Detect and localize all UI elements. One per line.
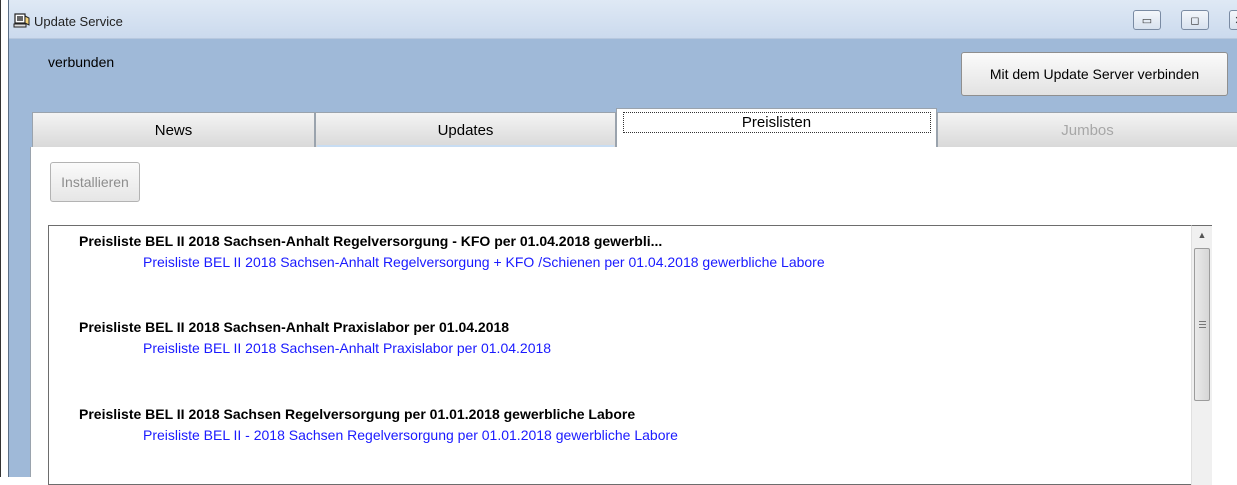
minimize-button[interactable]: ▭: [1133, 10, 1161, 30]
list-item-description: Preisliste BEL II 2018 Sachsen-Anhalt Re…: [143, 254, 825, 270]
tab-updates[interactable]: Updates: [315, 112, 616, 147]
vertical-scrollbar[interactable]: ▲: [1191, 225, 1212, 485]
screen-edge: [0, 0, 1, 477]
update-service-window: Update Service ▭ ◻ ✕ verbunden Mit dem U…: [8, 0, 1237, 485]
tab-jumbos: Jumbos: [937, 112, 1237, 147]
close-button[interactable]: ✕: [1229, 10, 1237, 30]
minimize-icon: ▭: [1141, 14, 1153, 27]
tab-news-label: News: [154, 121, 193, 139]
tab-preislisten-label: Preislisten: [622, 111, 931, 133]
list-item[interactable]: Preisliste BEL II 2018 Sachsen Regelvers…: [79, 406, 678, 443]
maximize-button[interactable]: ◻: [1181, 10, 1209, 30]
list-item-title: Preisliste BEL II 2018 Sachsen-Anhalt Re…: [79, 233, 663, 249]
connection-status: verbunden: [48, 54, 115, 70]
list-item-title: Preisliste BEL II 2018 Sachsen Regelvers…: [79, 406, 636, 422]
connect-server-button[interactable]: Mit dem Update Server verbinden: [961, 52, 1228, 96]
title-bar: Update Service ▭ ◻ ✕: [9, 0, 1237, 39]
price-list-listbox[interactable]: Preisliste BEL II 2018 Sachsen-Anhalt Re…: [48, 225, 1212, 485]
list-item-description: Preisliste BEL II - 2018 Sachsen Regelve…: [143, 427, 678, 443]
scroll-thumb[interactable]: [1194, 248, 1210, 401]
scroll-up-arrow-icon[interactable]: ▲: [1192, 226, 1212, 244]
preislisten-panel: Installieren Preisliste BEL II 2018 Sach…: [30, 147, 1237, 485]
app-icon: [13, 13, 30, 28]
tab-updates-label: Updates: [437, 121, 494, 139]
maximize-icon: ◻: [1190, 14, 1200, 27]
tab-news[interactable]: News: [32, 112, 315, 147]
tab-jumbos-label: Jumbos: [1061, 121, 1114, 139]
list-item[interactable]: Preisliste BEL II 2018 Sachsen-Anhalt Re…: [79, 233, 825, 270]
list-item-description: Preisliste BEL II 2018 Sachsen-Anhalt Pr…: [143, 340, 552, 356]
list-item-title: Preisliste BEL II 2018 Sachsen-Anhalt Pr…: [79, 319, 510, 335]
install-button[interactable]: Installieren: [50, 162, 140, 202]
scroll-grip-icon: [1198, 321, 1206, 328]
window-title: Update Service: [34, 14, 123, 29]
list-item[interactable]: Preisliste BEL II 2018 Sachsen-Anhalt Pr…: [79, 319, 551, 356]
tab-preislisten[interactable]: Preislisten: [616, 108, 937, 149]
